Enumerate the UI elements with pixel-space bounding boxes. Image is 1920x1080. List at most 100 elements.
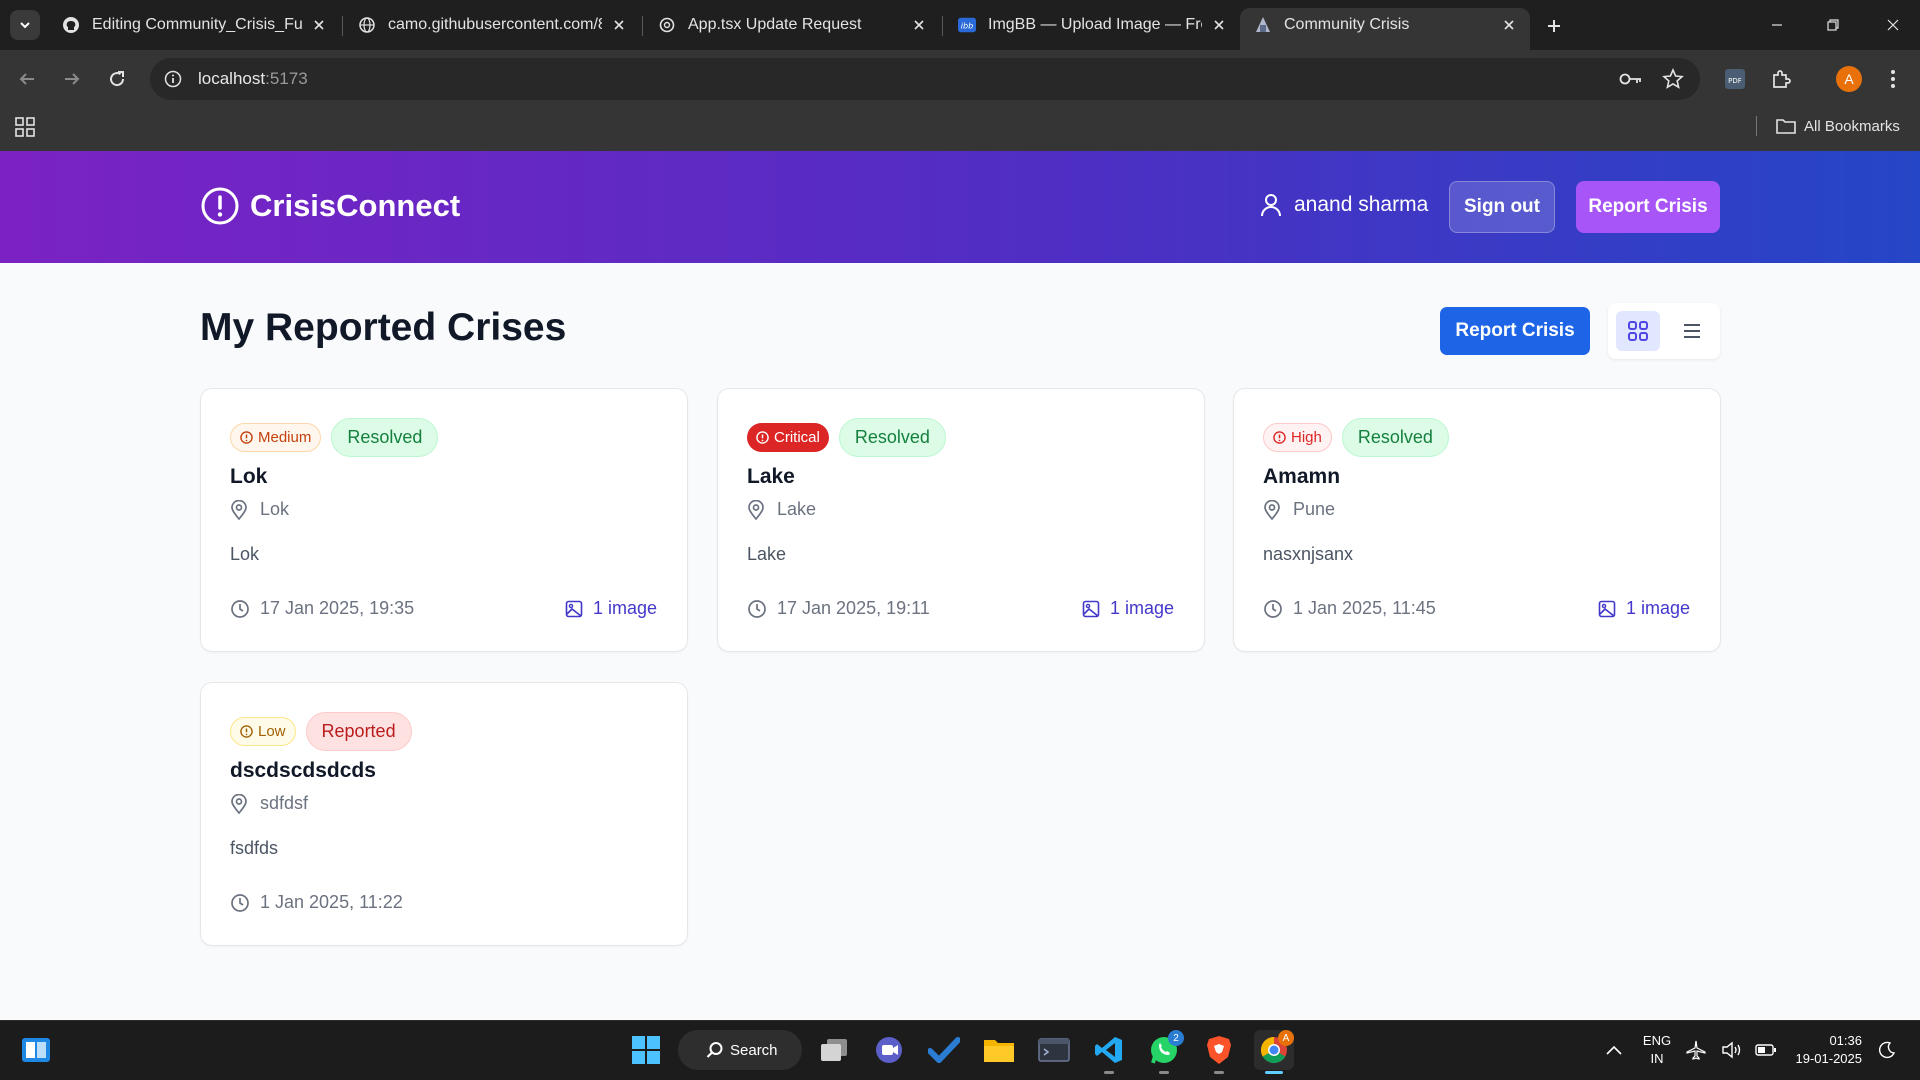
image-count[interactable]: 1 image [1082, 598, 1174, 619]
severity-label: Critical [774, 429, 820, 446]
close-icon[interactable] [910, 16, 928, 34]
status-badge: Resolved [838, 418, 946, 457]
severity-label: Medium [258, 429, 312, 446]
minimize-button[interactable] [1762, 10, 1792, 40]
crisis-date: 17 Jan 2025, 19:35 [230, 598, 414, 619]
new-tab-button[interactable] [1540, 12, 1568, 40]
arrow-left-icon [19, 73, 34, 85]
image-count-label: 1 image [1625, 598, 1690, 618]
brave-icon[interactable] [1199, 1030, 1239, 1070]
tab-community-crisis[interactable]: Community Crisis [1240, 8, 1530, 50]
image-icon [1598, 600, 1616, 617]
clock-icon [1264, 599, 1282, 618]
imgbb-icon: ibb [958, 16, 976, 34]
password-key-icon[interactable] [1618, 66, 1644, 92]
map-pin-icon [231, 499, 247, 520]
date-label: 1 Jan 2025, 11:45 [1293, 598, 1436, 618]
tab-title: ImgBB — Upload Image — Free [988, 16, 1202, 33]
close-icon[interactable] [1210, 16, 1228, 34]
terminal-app-icon[interactable] [1034, 1030, 1074, 1070]
tab-title: Community Crisis [1284, 16, 1410, 33]
url-host: localhost [198, 69, 266, 88]
tab-imgbb[interactable]: ibb ImgBB — Upload Image — Free [944, 8, 1240, 42]
chevron-up-icon[interactable] [1594, 1030, 1634, 1070]
bookmark-star-icon[interactable] [1660, 66, 1686, 92]
windows-start-icon[interactable] [626, 1030, 666, 1070]
vscode-icon[interactable] [1089, 1030, 1129, 1070]
alert-circle-icon [201, 187, 239, 225]
list-icon [1684, 324, 1700, 338]
reload-icon [110, 71, 125, 87]
crisis-card[interactable]: Medium Resolved Lok Lok Lok 17 Jan 2025,… [200, 388, 688, 652]
close-icon[interactable] [310, 16, 328, 34]
address-bar[interactable]: localhost:5173 [150, 58, 1700, 100]
crisis-card[interactable]: Low Reported dscdscdsdcds sdfdsf fsdfds … [200, 682, 688, 946]
header-report-crisis-button[interactable]: Report Crisis [1576, 181, 1720, 233]
brand-name: CrisisConnect [250, 188, 461, 223]
todo-icon[interactable] [924, 1030, 964, 1070]
crisis-card[interactable]: High Resolved Amamn Pune nasxnjsanx 1 Ja… [1233, 388, 1721, 652]
apps-grid-icon[interactable] [14, 116, 36, 138]
volume-icon[interactable] [1718, 1030, 1746, 1070]
report-crisis-button[interactable]: Report Crisis [1440, 307, 1590, 355]
crisis-card[interactable]: Critical Resolved Lake Lake Lake 17 Jan … [717, 388, 1205, 652]
active-indicator [1265, 1071, 1283, 1074]
focus-moon-icon[interactable] [1872, 1030, 1902, 1070]
running-indicator [1104, 1071, 1114, 1074]
date-label: 1 Jan 2025, 11:22 [260, 892, 403, 912]
battery-icon[interactable] [1752, 1030, 1780, 1070]
location-label: Lake [777, 499, 817, 519]
restore-button[interactable] [1818, 10, 1848, 40]
airplane-mode-icon[interactable] [1682, 1030, 1710, 1070]
tab-camo[interactable]: camo.githubusercontent.com/8 [344, 8, 640, 42]
task-view-icon[interactable] [814, 1030, 854, 1070]
map-pin-icon [1264, 499, 1280, 520]
arrow-right-icon [65, 73, 80, 85]
taskbar-search[interactable]: Search [678, 1030, 802, 1070]
svg-text:PDF: PDF [1728, 77, 1742, 85]
browser-menu-icon[interactable] [1880, 66, 1906, 92]
tab-search-button[interactable] [10, 10, 40, 40]
grid-view-button[interactable] [1616, 311, 1660, 351]
close-window-button[interactable] [1878, 10, 1908, 40]
close-icon[interactable] [610, 16, 628, 34]
site-info-icon[interactable] [162, 68, 184, 90]
image-icon [565, 600, 583, 617]
severity-badge: Medium [230, 423, 322, 452]
image-count[interactable]: 1 image [1598, 598, 1690, 619]
grid-icon [1628, 321, 1648, 341]
image-count-label: 1 image [592, 598, 657, 618]
image-count[interactable]: 1 image [565, 598, 657, 619]
teams-icon[interactable] [869, 1030, 909, 1070]
language-indicator[interactable]: ENG IN [1637, 1032, 1677, 1068]
pdf-extension-icon[interactable]: PDF [1722, 66, 1748, 92]
crisis-date: 1 Jan 2025, 11:22 [230, 892, 403, 913]
app-favicon [1254, 16, 1272, 34]
brand[interactable]: CrisisConnect [200, 186, 460, 226]
github-icon [62, 16, 80, 34]
list-view-button[interactable] [1670, 311, 1714, 351]
tab-separator [642, 16, 643, 36]
language-line-1: ENG [1642, 1033, 1672, 1048]
openai-icon [658, 16, 676, 34]
back-button[interactable] [12, 64, 42, 94]
all-bookmarks-button[interactable]: All Bookmarks [1776, 114, 1900, 138]
sign-out-button[interactable]: Sign out [1449, 181, 1555, 233]
forward-button[interactable] [57, 64, 87, 94]
close-icon[interactable] [1500, 16, 1518, 34]
widgets-icon[interactable] [16, 1030, 56, 1070]
tab-chatgpt[interactable]: App.tsx Update Request [644, 8, 940, 42]
chevron-down-icon [20, 22, 30, 29]
crisis-description: Lok [230, 544, 260, 564]
profile-avatar[interactable]: A [1836, 66, 1862, 92]
bookmarks-separator [1756, 116, 1757, 136]
reload-button[interactable] [102, 64, 132, 94]
folder-icon [1776, 119, 1796, 134]
tab-title: App.tsx Update Request [688, 16, 862, 33]
crisis-location: Lok [230, 499, 289, 520]
tab-github[interactable]: Editing Community_Crisis_Full_S [48, 8, 340, 42]
crisis-title: Lok [230, 465, 268, 488]
extensions-puzzle-icon[interactable] [1768, 66, 1794, 92]
clock[interactable]: 01:36 19-01-2025 [1786, 1032, 1863, 1068]
file-explorer-icon[interactable] [979, 1030, 1019, 1070]
